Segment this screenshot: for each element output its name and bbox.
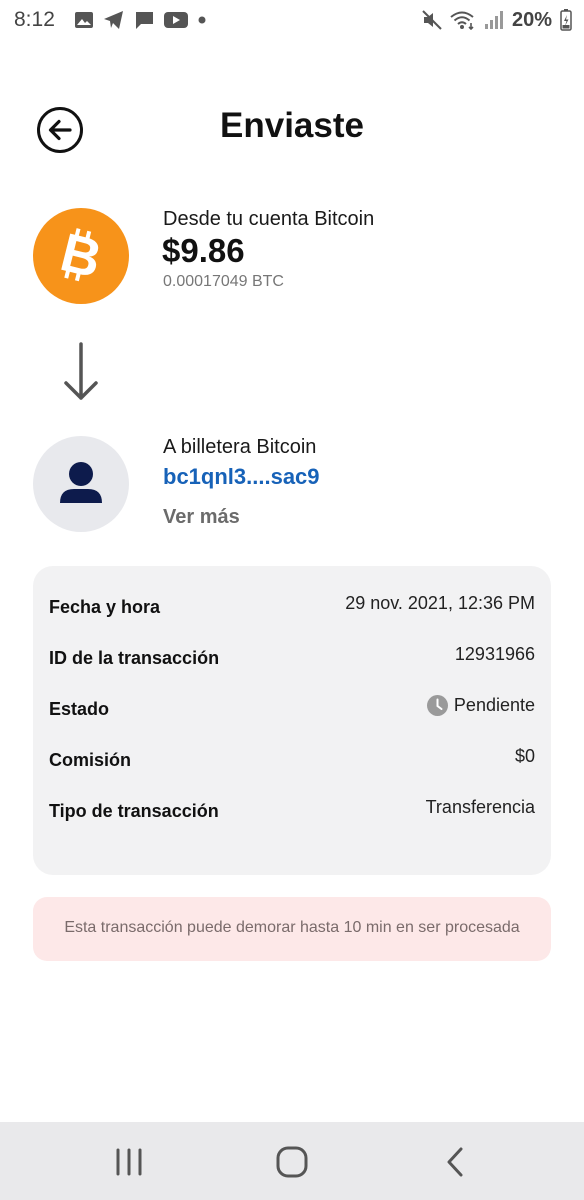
system-nav-bar: [0, 1122, 584, 1200]
detail-label: Fecha y hora: [49, 597, 161, 617]
person-icon: [60, 462, 102, 503]
signal-icon: [484, 11, 503, 29]
datetime-value: 29 nov. 2021, 12:36 PM: [345, 593, 535, 613]
wifi-icon: [450, 11, 474, 30]
battery-percentage: 20%: [511, 8, 552, 31]
transaction-details-card: Fecha y hora 29 nov. 2021, 12:36 PM ID d…: [33, 566, 551, 875]
battery-icon: [560, 9, 572, 31]
status-left-icons: [74, 9, 207, 31]
detail-row-transaction-type: Tipo de transacción Transferencia: [49, 797, 535, 827]
nav-back-button[interactable]: [436, 1144, 476, 1180]
bitcoin-icon: B: [33, 208, 129, 304]
transaction-type-value: Transferencia: [425, 797, 535, 817]
detail-value: 29 nov. 2021, 12:36 PM: [345, 593, 535, 614]
gallery-icon: [75, 12, 93, 28]
detail-value: $0: [515, 746, 535, 767]
back-icon: [447, 1147, 463, 1177]
recipient-avatar: [33, 436, 129, 532]
home-button[interactable]: [272, 1144, 312, 1180]
wallet-address[interactable]: bc1qnl3....sac9: [163, 464, 320, 490]
clock-icon: [426, 695, 448, 716]
status-time: 8:12: [14, 8, 55, 31]
arrow-down-icon: [64, 342, 98, 400]
dot-icon: [198, 16, 206, 24]
status-bar: 8:12 20%: [0, 0, 584, 40]
fee-value: $0: [514, 746, 535, 766]
detail-row-fee: Comisión $0: [49, 746, 535, 776]
status-value: Pendiente: [453, 695, 535, 715]
detail-label: ID de la transacción: [49, 648, 220, 668]
page-title: Enviaste: [220, 106, 364, 145]
status-right-icons: 20%: [422, 9, 572, 31]
youtube-icon: [164, 12, 188, 28]
amount-btc: 0.00017049 BTC: [163, 273, 284, 290]
see-more-link[interactable]: Ver más: [163, 506, 240, 529]
detail-value: Transferencia: [426, 797, 535, 818]
recent-apps-icon: [116, 1148, 142, 1176]
detail-label: Comisión: [49, 750, 132, 770]
recent-apps-button[interactable]: [109, 1144, 149, 1180]
detail-row-transaction-id: ID de la transacción 12931966: [49, 644, 535, 674]
from-account-label: Desde tu cuenta Bitcoin: [163, 208, 375, 230]
home-icon: [276, 1146, 308, 1178]
message-icon: [136, 12, 153, 29]
mute-icon: [422, 10, 442, 30]
to-wallet-label: A billetera Bitcoin: [163, 436, 317, 458]
telegram-icon: [104, 11, 123, 29]
detail-row-datetime: Fecha y hora 29 nov. 2021, 12:36 PM: [49, 593, 535, 623]
processing-notice: Esta transacción puede demorar hasta 10 …: [33, 897, 551, 961]
bitcoin-account-avatar: B: [33, 208, 129, 304]
detail-label: Estado: [49, 699, 110, 719]
detail-row-status: Estado Pendiente: [49, 695, 535, 725]
detail-value: Pendiente: [426, 695, 535, 716]
transaction-id-value: 12931966: [454, 644, 535, 664]
notice-text: Esta transacción puede demorar hasta 10 …: [64, 919, 520, 936]
detail-label: Tipo de transacción: [49, 801, 219, 821]
amount-usd: $9.86: [162, 232, 245, 269]
detail-value: 12931966: [455, 644, 535, 665]
